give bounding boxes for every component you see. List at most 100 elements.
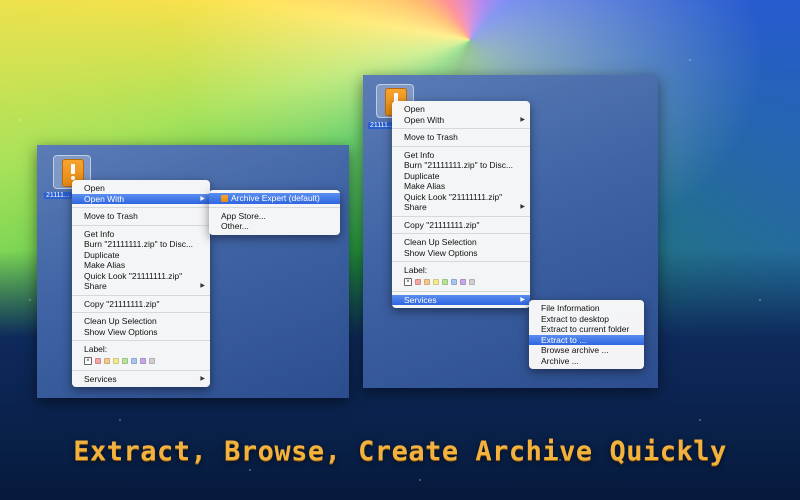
menu-item-services[interactable]: Services ▶ <box>392 294 530 305</box>
menu-separator <box>72 369 210 371</box>
label-swatch-orange[interactable] <box>104 357 110 364</box>
menu-item-label: Open <box>84 183 105 193</box>
menu-item-label: Burn "21111111.zip" to Disc... <box>404 160 514 170</box>
menu-item-label: Share <box>404 202 427 212</box>
label-swatch-gray[interactable] <box>469 278 475 285</box>
submenu-item-extract-to-desktop[interactable]: Extract to desktop <box>529 314 644 325</box>
no-label-icon[interactable]: × <box>404 277 412 286</box>
label-color-row: × <box>392 276 530 288</box>
label-swatch-red[interactable] <box>95 357 101 364</box>
menu-separator <box>392 128 530 129</box>
menu-item-clean-up[interactable]: Clean Up Selection <box>392 237 530 248</box>
label-swatch-purple[interactable] <box>140 357 146 364</box>
menu-label-heading: Label: <box>72 344 210 355</box>
menu-item-open[interactable]: Open <box>72 183 210 194</box>
menu-item-label: File Information <box>541 303 600 313</box>
submenu-item-app-store[interactable]: App Store... <box>209 211 340 222</box>
menu-item-copy[interactable]: Copy "21111111.zip" <box>72 299 210 310</box>
label-swatch-purple[interactable] <box>460 278 466 285</box>
menu-separator <box>392 215 530 217</box>
menu-item-label: Clean Up Selection <box>404 237 477 247</box>
submenu-arrow-icon: ▶ <box>200 375 205 382</box>
no-label-icon[interactable]: × <box>84 356 92 365</box>
submenu-item-extract-to[interactable]: Extract to ... <box>529 334 644 345</box>
menu-item-view-options[interactable]: Show View Options <box>72 327 210 338</box>
label-swatch-gray[interactable] <box>149 357 155 364</box>
menu-item-burn[interactable]: Burn "21111111.zip" to Disc... <box>392 160 530 171</box>
menu-item-make-alias[interactable]: Make Alias <box>72 260 210 271</box>
menu-item-label: Extract to current folder <box>541 324 630 334</box>
menu-separator <box>72 340 210 341</box>
label-swatch-green[interactable] <box>442 278 448 285</box>
menu-item-label: Move to Trash <box>84 211 138 221</box>
menu-item-label: Services <box>84 373 117 384</box>
menu-item-burn[interactable]: Burn "21111111.zip" to Disc... <box>72 239 210 250</box>
menu-item-label: Copy "21111111.zip" <box>84 298 160 309</box>
menu-item-label: Services <box>404 294 437 305</box>
menu-item-label: Open <box>404 104 425 114</box>
menu-item-label: Get Info <box>404 149 435 160</box>
menu-item-services[interactable]: Services ▶ <box>72 374 210 385</box>
label-swatch-yellow[interactable] <box>433 278 439 285</box>
submenu-arrow-icon: ▶ <box>200 195 205 202</box>
menu-item-share[interactable]: Share ▶ <box>72 281 210 292</box>
label-swatch-orange[interactable] <box>424 278 430 285</box>
menu-item-make-alias[interactable]: Make Alias <box>392 181 530 192</box>
submenu-arrow-icon: ▶ <box>520 116 525 123</box>
submenu-item-archive[interactable]: Archive ... <box>529 356 644 367</box>
menu-item-open-with[interactable]: Open With ▶ <box>392 115 530 126</box>
submenu-item-extract-to-current-folder[interactable]: Extract to current folder <box>529 324 644 335</box>
menu-item-label: Open With <box>404 114 445 125</box>
submenu-item-archive-expert[interactable]: Archive Expert (default) <box>209 193 340 204</box>
menu-separator <box>392 290 530 292</box>
submenu-arrow-icon: ▶ <box>520 204 525 210</box>
menu-separator <box>392 233 530 234</box>
label-swatch-blue[interactable] <box>131 357 137 364</box>
menu-item-get-info[interactable]: Get Info <box>72 229 210 240</box>
menu-label-heading: Label: <box>392 265 530 276</box>
menu-separator <box>392 145 530 147</box>
menu-separator <box>72 294 210 296</box>
menu-item-open-with[interactable]: Open With ▶ <box>72 193 210 204</box>
menu-item-duplicate[interactable]: Duplicate <box>392 171 530 182</box>
menu-item-view-options[interactable]: Show View Options <box>392 248 530 259</box>
menu-item-label: Make Alias <box>84 260 126 270</box>
menu-item-label: App Store... <box>221 210 266 221</box>
menu-item-duplicate[interactable]: Duplicate <box>72 250 210 261</box>
menu-item-quick-look[interactable]: Quick Look "21111111.zip" <box>392 192 530 203</box>
menu-item-label: Extract to ... <box>541 334 587 345</box>
submenu-arrow-icon: ▶ <box>520 296 525 303</box>
open-with-submenu: Archive Expert (default) App Store... Ot… <box>209 190 340 235</box>
menu-item-label: Label: <box>404 265 428 275</box>
menu-item-label: Get Info <box>84 228 115 239</box>
menu-item-get-info[interactable]: Get Info <box>392 150 530 161</box>
menu-item-label: Copy "21111111.zip" <box>404 219 480 230</box>
menu-separator <box>72 224 210 226</box>
services-submenu: File Information Extract to desktop Extr… <box>529 300 644 369</box>
menu-item-quick-look[interactable]: Quick Look "21111111.zip" <box>72 271 210 282</box>
menu-item-label: Open With <box>84 193 125 204</box>
archive-expert-app-icon <box>221 195 228 202</box>
menu-item-label: Show View Options <box>404 247 478 258</box>
submenu-item-file-information[interactable]: File Information <box>529 303 644 314</box>
menu-item-label: Archive Expert (default) <box>231 193 320 203</box>
menu-item-label: Browse archive ... <box>541 345 609 355</box>
menu-item-label: Clean Up Selection <box>84 316 157 326</box>
menu-item-copy[interactable]: Copy "21111111.zip" <box>392 220 530 231</box>
menu-item-open[interactable]: Open <box>392 104 530 115</box>
label-swatch-green[interactable] <box>122 357 128 364</box>
submenu-arrow-icon: ▶ <box>200 283 205 289</box>
menu-separator <box>72 207 210 208</box>
label-swatch-yellow[interactable] <box>113 357 119 364</box>
menu-item-move-to-trash[interactable]: Move to Trash <box>72 211 210 222</box>
label-swatch-blue[interactable] <box>451 278 457 285</box>
label-swatch-red[interactable] <box>415 278 421 285</box>
label-color-row: × <box>72 355 210 367</box>
menu-item-label: Label: <box>84 344 108 354</box>
menu-item-clean-up[interactable]: Clean Up Selection <box>72 316 210 327</box>
submenu-item-browse-archive[interactable]: Browse archive ... <box>529 345 644 356</box>
promo-tagline: Extract, Browse, Create Archive Quickly <box>73 436 727 467</box>
menu-item-move-to-trash[interactable]: Move to Trash <box>392 132 530 143</box>
menu-item-share[interactable]: Share ▶ <box>392 202 530 213</box>
submenu-item-other[interactable]: Other... <box>209 221 340 232</box>
